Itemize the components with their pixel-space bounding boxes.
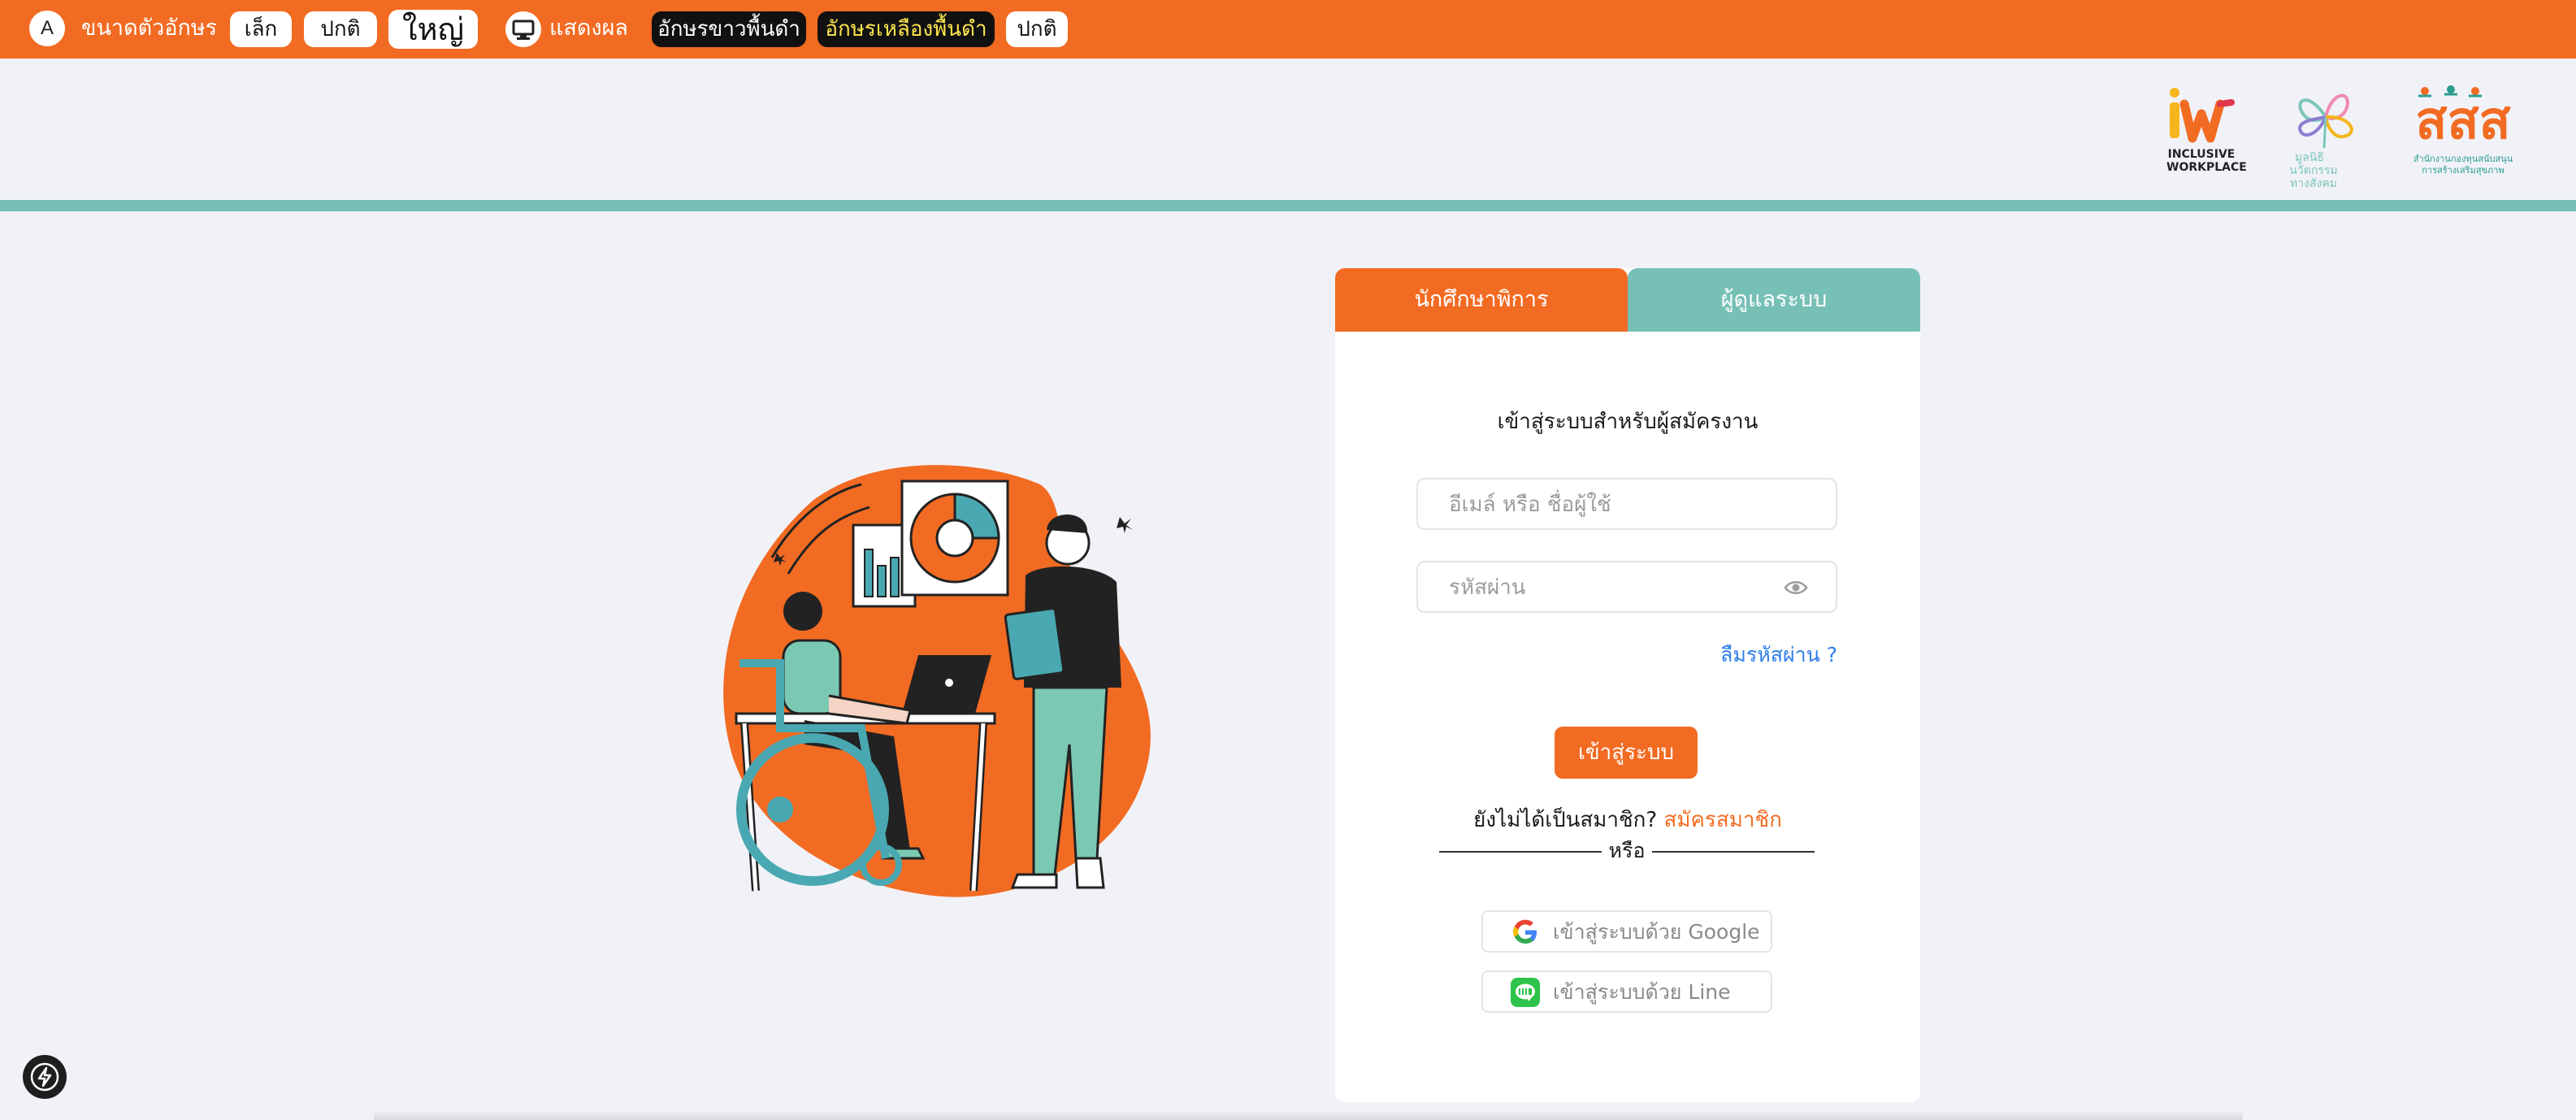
accessibility-toolbar: A ขนาดตัวอักษร เล็ก ปกติ ใหญ่ แสดงผล อัก…	[0, 0, 2576, 59]
page-bottom-edge	[374, 1110, 2243, 1120]
tab-disabled-student[interactable]: นักศึกษาพิการ	[1335, 268, 1628, 332]
foundation-caption-2: นวัตกรรม	[2289, 164, 2338, 177]
google-login-label: เข้าสู่ระบบด้วย Google	[1553, 920, 1760, 944]
password-input[interactable]	[1447, 571, 1792, 605]
monitor-icon	[505, 11, 541, 47]
display-mode-label: แสดงผล	[549, 15, 628, 41]
no-account-text: ยังไม่ได้เป็นสมาชิก?	[1473, 808, 1658, 832]
iw-logo[interactable]: INCLUSIVE WORKPLACE	[2166, 86, 2247, 184]
foundation-caption-1: มูลนิธิ	[2295, 151, 2324, 164]
thaihealth-mark: สสส	[2415, 91, 2511, 151]
bolt-icon	[30, 1062, 59, 1092]
password-field[interactable]	[1416, 561, 1837, 613]
header-accent-strip	[0, 200, 2576, 211]
bolt-button[interactable]	[23, 1055, 67, 1099]
email-input[interactable]	[1447, 488, 1792, 522]
flower-logo-icon	[2297, 93, 2353, 149]
google-icon	[1513, 919, 1537, 944]
tab-admin[interactable]: ผู้ดูแลระบบ	[1628, 268, 1920, 332]
display-normal-button[interactable]: ปกติ	[1006, 11, 1068, 47]
foundation-logo[interactable]: มูลนิธิ นวัตกรรม ทางสังคม	[2285, 83, 2366, 190]
thaihealth-caption-2: การสร้างเสริมสุขภาพ	[2422, 165, 2504, 176]
site-header: INCLUSIVE WORKPLACE มูลนิธิ นวัตกรรม ทาง…	[0, 59, 2576, 200]
font-normal-button[interactable]: ปกติ	[304, 11, 377, 47]
iw-caption-1: INCLUSIVE	[2167, 148, 2236, 161]
login-button[interactable]: เข้าสู่ระบบ	[1555, 727, 1698, 779]
email-field[interactable]	[1416, 478, 1837, 530]
font-large-button[interactable]: ใหญ่	[388, 10, 478, 49]
iw-mark-icon	[2170, 88, 2235, 143]
register-link[interactable]: สมัครสมาชิก	[1663, 808, 1781, 832]
login-card: นักศึกษาพิการ ผู้ดูแลระบบ เข้าสู่ระบบสำห…	[1335, 268, 1920, 1102]
signup-prompt: ยังไม่ได้เป็นสมาชิก? สมัครสมาชิก	[1335, 803, 1920, 836]
or-divider: หรือ	[1439, 837, 1815, 865]
google-login-button[interactable]: เข้าสู่ระบบด้วย Google	[1481, 910, 1772, 953]
thaihealth-logo[interactable]: สสส สำนักงานกองทุนสนับสนุน การสร้างเสริม…	[2410, 83, 2516, 189]
forgot-password-link[interactable]: ลืมรหัสผ่าน ?	[1720, 639, 1837, 671]
eye-icon[interactable]	[1784, 579, 1808, 597]
or-label: หรือ	[1608, 839, 1646, 862]
iw-caption-2: WORKPLACE	[2166, 161, 2247, 174]
yellow-on-black-button[interactable]: อักษรเหลืองพื้นดำ	[817, 11, 995, 47]
line-icon	[1511, 978, 1540, 1007]
white-on-black-button[interactable]: อักษรขาวพื้นดำ	[652, 11, 806, 47]
login-title: เข้าสู่ระบบสำหรับผู้สมัครงาน	[1497, 410, 1759, 434]
line-login-label: เข้าสู่ระบบด้วย Line	[1553, 980, 1731, 1004]
font-size-icon: A	[29, 11, 65, 46]
hero-illustration	[715, 452, 1170, 907]
foundation-caption-3: ทางสังคม	[2290, 177, 2337, 190]
font-small-button[interactable]: เล็ก	[230, 11, 292, 47]
font-size-label: ขนาดตัวอักษร	[81, 15, 218, 41]
line-login-button[interactable]: เข้าสู่ระบบด้วย Line	[1481, 970, 1772, 1013]
